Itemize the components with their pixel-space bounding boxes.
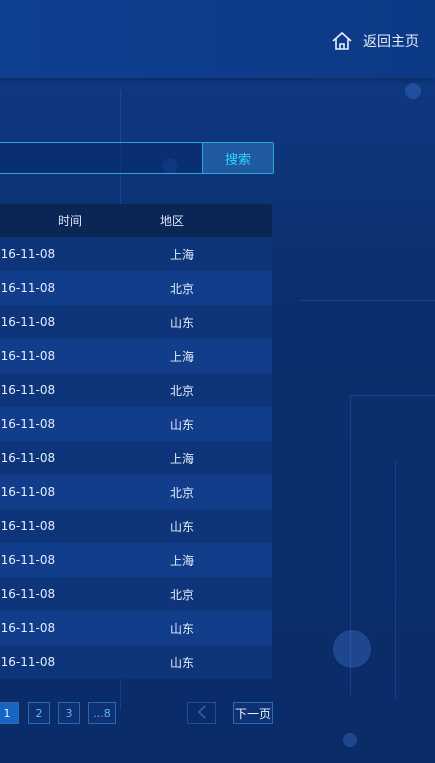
cell-time: 016-11-08 [0, 587, 56, 601]
table-row[interactable]: 016-11-08 山东 [0, 645, 272, 679]
table-row[interactable]: 016-11-08 上海 [0, 543, 272, 577]
prev-page-button[interactable] [187, 702, 216, 724]
column-header-time: 时间 [57, 214, 82, 228]
top-bar: 返回主页 [0, 0, 435, 78]
cell-area: 北京 [170, 383, 195, 398]
search-bar: 搜索 [0, 142, 274, 174]
cell-area: 山东 [170, 655, 195, 670]
page-button-2[interactable]: 2 [28, 702, 50, 724]
cell-area: 山东 [170, 417, 195, 432]
cell-time: 016-11-08 [0, 349, 56, 363]
search-button[interactable]: 搜索 [202, 143, 273, 173]
table-row[interactable]: 016-11-08 山东 [0, 407, 272, 441]
search-input[interactable] [0, 143, 212, 173]
chevron-left-icon [197, 704, 207, 723]
cell-time: 016-11-08 [0, 417, 56, 431]
cell-time: 016-11-08 [0, 485, 56, 499]
home-icon [331, 30, 353, 52]
table-row[interactable]: 016-11-08 北京 [0, 577, 272, 611]
next-page-button[interactable]: 下一页 [233, 702, 273, 724]
page-button-3[interactable]: 3 [58, 702, 80, 724]
cell-area: 山东 [170, 621, 195, 636]
cell-time: 016-11-08 [0, 383, 56, 397]
table-row[interactable]: 016-11-08 上海 [0, 237, 272, 271]
table-header: 时间 地区 [0, 204, 272, 237]
cell-area: 北京 [170, 281, 195, 296]
cell-area: 山东 [170, 519, 195, 534]
cell-area: 上海 [170, 451, 195, 466]
cell-area: 山东 [170, 315, 195, 330]
cell-time: 016-11-08 [0, 315, 56, 329]
data-table: 时间 地区 016-11-08 上海 016-11-08 北京 016-11-08 山… [0, 204, 272, 679]
cell-time: 016-11-08 [0, 553, 56, 567]
cell-area: 上海 [170, 349, 195, 364]
home-button[interactable]: 返回主页 [331, 28, 419, 54]
column-header-area: 地区 [160, 214, 185, 228]
table-row[interactable]: 016-11-08 北京 [0, 475, 272, 509]
cell-area: 上海 [170, 553, 195, 568]
table-row[interactable]: 016-11-08 北京 [0, 271, 272, 305]
cell-area: 北京 [170, 485, 195, 500]
cell-time: 016-11-08 [0, 519, 56, 533]
page-button-last[interactable]: ...8 [88, 702, 116, 724]
table-row[interactable]: 016-11-08 山东 [0, 611, 272, 645]
cell-time: 016-11-08 [0, 655, 56, 669]
table-body: 016-11-08 上海 016-11-08 北京 016-11-08 山东 016-… [0, 237, 272, 679]
table-row[interactable]: 016-11-08 北京 [0, 373, 272, 407]
table-row[interactable]: 016-11-08 山东 [0, 305, 272, 339]
home-label: 返回主页 [363, 34, 419, 50]
cell-time: 016-11-08 [0, 281, 56, 295]
cell-area: 上海 [170, 247, 195, 262]
table-row[interactable]: 016-11-08 上海 [0, 441, 272, 475]
pagination: 1 2 3 ...8 下一页 [0, 702, 435, 724]
table-row[interactable]: 016-11-08 上海 [0, 339, 272, 373]
cell-time: 016-11-08 [0, 621, 56, 635]
cell-area: 北京 [170, 587, 195, 602]
cell-time: 016-11-08 [0, 247, 56, 261]
cell-time: 016-11-08 [0, 451, 56, 465]
table-row[interactable]: 016-11-08 山东 [0, 509, 272, 543]
page-button-1[interactable]: 1 [0, 702, 19, 724]
